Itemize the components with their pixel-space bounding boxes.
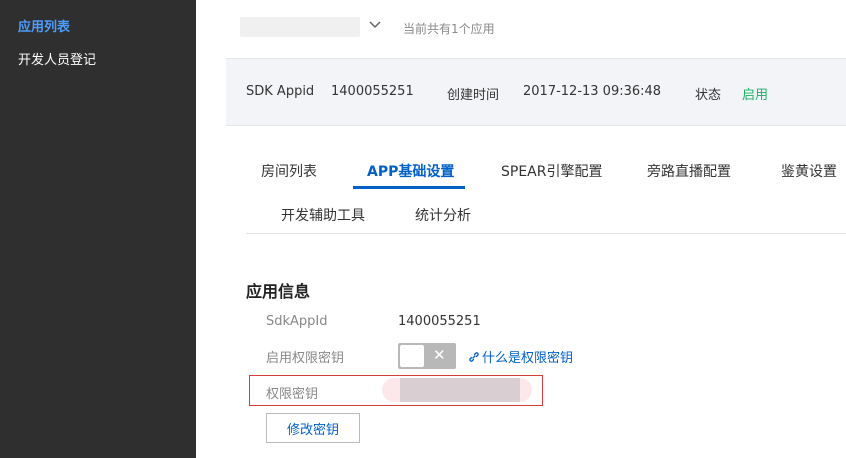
tab-porn-detection-settings[interactable]: 鉴黄设置: [781, 161, 837, 181]
app-selector[interactable]: [240, 17, 360, 37]
status-value: 启用: [742, 88, 769, 103]
link-icon: [469, 351, 479, 362]
tab-app-basic-settings[interactable]: APP基础设置: [367, 161, 454, 181]
created-time-label: 创建时间: [447, 88, 500, 103]
app-count-text: 当前共有1个应用: [403, 22, 495, 36]
chevron-down-icon[interactable]: [368, 18, 382, 32]
tab-bypass-live-config[interactable]: 旁路直播配置: [647, 161, 731, 181]
tab-spear-engine-config[interactable]: SPEAR引擎配置: [501, 161, 602, 181]
permission-key-label: 权限密钥: [266, 387, 319, 402]
permission-key-help-link[interactable]: 什么是权限密钥: [468, 347, 573, 366]
modify-key-button[interactable]: 修改密钥: [266, 413, 360, 443]
active-tab-indicator: [353, 186, 465, 189]
toggle-knob: [400, 345, 424, 367]
permission-key-toggle[interactable]: ✕: [398, 343, 456, 369]
section-title: 应用信息: [246, 282, 311, 301]
close-icon: ✕: [433, 346, 446, 364]
sdk-appid-label: SDK Appid: [246, 84, 315, 99]
status-label: 状态: [695, 88, 722, 103]
sdkappid-value: 1400055251: [398, 314, 481, 329]
help-link-text: 什么是权限密钥: [482, 351, 574, 366]
permission-key-value-masked: [382, 378, 532, 402]
sdk-appid-value: 1400055251: [331, 84, 414, 99]
created-time-value: 2017-12-13 09:36:48: [523, 84, 662, 99]
tab-room-list[interactable]: 房间列表: [261, 161, 317, 181]
sidebar: 应用列表 开发人员登记: [0, 0, 196, 458]
sdkappid-label: SdkAppId: [266, 314, 328, 329]
app-info-bar: SDK Appid 1400055251 创建时间 2017-12-13 09:…: [226, 58, 846, 126]
sidebar-item-app-list[interactable]: 应用列表: [18, 16, 70, 35]
tabs-divider: [246, 233, 846, 234]
permission-key-enable-label: 启用权限密钥: [266, 351, 345, 366]
tab-dev-tools[interactable]: 开发辅助工具: [281, 205, 365, 225]
main-content: 当前共有1个应用 SDK Appid 1400055251 创建时间 2017-…: [196, 0, 846, 458]
tab-statistics[interactable]: 统计分析: [415, 205, 471, 225]
sidebar-item-developer-registration[interactable]: 开发人员登记: [18, 49, 96, 68]
